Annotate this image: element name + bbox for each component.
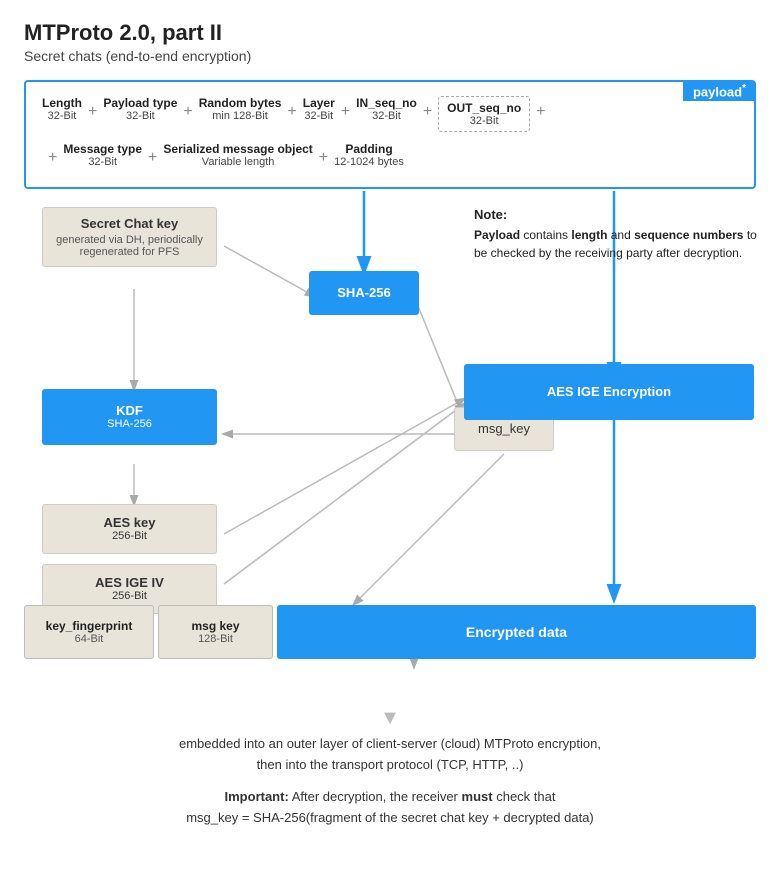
must-label: must — [462, 789, 493, 804]
page-title: MTProto 2.0, part II — [24, 20, 756, 46]
key-fingerprint-size: 64-Bit — [75, 633, 104, 645]
aes-ige-iv-label: AES IGE IV — [95, 575, 164, 590]
diagram: Secret Chat key generated via DH, period… — [24, 189, 756, 689]
bottom-text-2: Important: After decryption, the receive… — [24, 787, 756, 829]
aes-ige-box: AES IGE Encryption — [464, 364, 754, 420]
bottom-text-1: embedded into an outer layer of client-s… — [24, 734, 756, 776]
plus-3: + — [281, 96, 302, 127]
secret-chat-key-label: Secret Chat key — [81, 216, 179, 231]
plus-2: + — [177, 96, 198, 127]
aes-key-box: AES key 256-Bit — [42, 504, 217, 554]
field-out-seq: OUT_seq_no 32-Bit — [438, 96, 530, 132]
aes-key-sub: 256-Bit — [112, 530, 147, 542]
msg-key-out-label: msg key — [191, 619, 239, 633]
aes-key-label: AES key — [103, 515, 155, 530]
payload-row-1: Length 32-Bit + Payload type 32-Bit + Ra… — [42, 96, 738, 132]
secret-chat-key-sub: generated via DH, periodically regenerat… — [56, 234, 203, 258]
field-in-seq: IN_seq_no 32-Bit — [356, 96, 417, 122]
aes-ige-label: AES IGE Encryption — [547, 384, 671, 399]
bottom-arrow: ▼ — [24, 707, 756, 730]
payload-label: payload* — [683, 81, 756, 101]
field-msg-type: Message type 32-Bit — [63, 142, 142, 168]
field-layer: Layer 32-Bit — [303, 96, 335, 122]
sha256-box: SHA-256 — [309, 271, 419, 315]
payload-row-2: + Message type 32-Bit + Serialized messa… — [42, 142, 738, 173]
note-text: Payload contains length and sequence num… — [474, 226, 764, 262]
important-label: Important: — [225, 789, 289, 804]
plus-7: + — [42, 142, 63, 173]
kdf-sub: SHA-256 — [107, 418, 152, 430]
msg-key-out-size: 128-Bit — [198, 633, 233, 645]
key-fingerprint-cell: key_fingerprint 64-Bit — [24, 605, 154, 659]
key-fingerprint-label: key_fingerprint — [46, 619, 133, 633]
field-length: Length 32-Bit — [42, 96, 82, 122]
note-title: Note: — [474, 207, 764, 222]
plus-8: + — [142, 142, 163, 173]
plus-9: + — [313, 142, 334, 173]
aes-ige-iv-sub: 256-Bit — [112, 590, 147, 602]
sha256-label: SHA-256 — [337, 285, 390, 300]
bottom-text-3: After decryption, the receiver — [292, 789, 458, 804]
kdf-label: KDF — [116, 403, 143, 418]
note-box: Note: Payload contains length and sequen… — [474, 207, 764, 262]
field-serialized: Serialized message object Variable lengt… — [163, 142, 312, 168]
kdf-box: KDF SHA-256 — [42, 389, 217, 445]
subtitle: Secret chats (end-to-end encryption) — [24, 48, 756, 64]
plus-5: + — [417, 96, 438, 127]
encrypted-data-cell: Encrypted data — [277, 605, 756, 659]
msg-key-label: msg_key — [478, 421, 530, 436]
bottom-text-4: check that — [496, 789, 555, 804]
plus-1: + — [82, 96, 103, 127]
field-padding: Padding 12-1024 bytes — [334, 142, 404, 168]
encrypted-data-label: Encrypted data — [466, 624, 567, 640]
field-random-bytes: Random bytes min 128-Bit — [199, 96, 282, 122]
bottom-text-5: msg_key = SHA-256(fragment of the secret… — [186, 810, 594, 825]
payload-box: payload* Length 32-Bit + Payload type 32… — [24, 80, 756, 189]
bottom-section: ▼ embedded into an outer layer of client… — [24, 699, 756, 829]
field-payload-type: Payload type 32-Bit — [103, 96, 177, 122]
msg-key-out-cell: msg key 128-Bit — [158, 605, 273, 659]
plus-4: + — [335, 96, 356, 127]
plus-6: + — [530, 96, 551, 127]
secret-chat-key-box: Secret Chat key generated via DH, period… — [42, 207, 217, 267]
